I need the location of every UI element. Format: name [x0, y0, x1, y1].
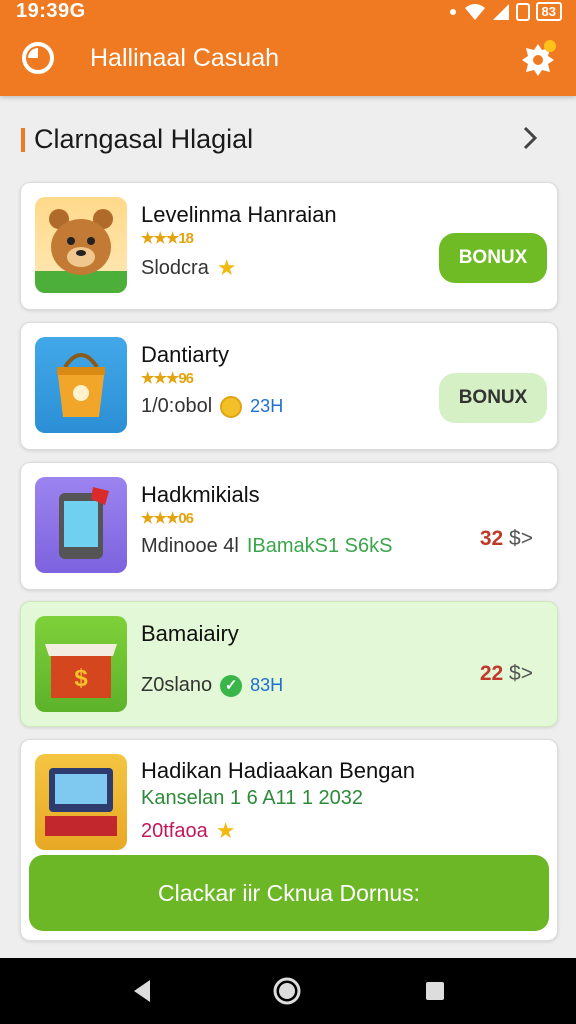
- game-title: Hadkmikials: [141, 482, 260, 507]
- game-thumbnail-bucket: [35, 337, 127, 433]
- game-title: Dantiarty: [141, 342, 230, 367]
- system-nav-bar: [0, 958, 576, 1024]
- game-meta-text: Slodcra: [141, 256, 209, 279]
- phone-icon: [59, 487, 109, 559]
- game-card-1[interactable]: Levelinma Hanraian ★★★18 Slodcra ★ BONUX: [20, 182, 558, 310]
- game-card-4[interactable]: $ Bamaiairy Z0slano ✓ 83H 22 $>: [20, 601, 558, 727]
- signal-icon: [492, 3, 509, 20]
- status-bar: 19:39G 83: [0, 0, 576, 26]
- game-meta-text: Z0slano: [141, 674, 213, 696]
- recents-icon[interactable]: [420, 976, 450, 1006]
- game-meta-text: 1/0:obol: [141, 395, 213, 417]
- bear-icon: [35, 209, 127, 293]
- game-card-5: Hadikan Hadiaakan Bengan Kanselan 1 6 A1…: [20, 739, 558, 941]
- game-meta-text: 20tfaoa: [141, 819, 208, 842]
- app-bar: 19:39G 83 Hallinaal Casuah: [0, 0, 576, 96]
- price-suffix: $>: [509, 662, 533, 685]
- game-rating: ★★★96: [141, 370, 194, 387]
- check-icon: ✓: [220, 674, 243, 697]
- status-icons: 83: [448, 2, 562, 21]
- price-suffix: $>: [509, 527, 533, 550]
- price-link[interactable]: 32 $>: [480, 527, 533, 551]
- wifi-icon: [464, 3, 485, 20]
- battery-indicator: 83: [535, 2, 562, 21]
- game-title: Hadikan Hadiaakan Bengan: [141, 758, 415, 783]
- home-icon[interactable]: [272, 976, 302, 1006]
- price-link[interactable]: 22 $>: [480, 662, 533, 686]
- claim-bonus-button[interactable]: Clackar iir Cknua Dornus:: [29, 855, 549, 931]
- bonus-button[interactable]: BONUX: [439, 233, 547, 283]
- sim-icon: [515, 2, 530, 21]
- bonus-button[interactable]: BONUX: [439, 373, 547, 423]
- section-title: Clarngasal Hlagial: [34, 124, 254, 154]
- app-title: Hallinaal Casuah: [90, 44, 280, 72]
- game-meta: 1/0:obol 23H: [141, 395, 283, 418]
- price-value: 22: [479, 662, 504, 685]
- svg-text:$: $: [74, 665, 88, 692]
- game-meta-extra: 23H: [250, 396, 284, 416]
- game-meta-extra: 83H: [250, 675, 284, 695]
- bucket-icon: [57, 353, 105, 417]
- section-accent-bar: [21, 128, 25, 152]
- game-card-2[interactable]: Dantiarty ★★★96 1/0:obol 23H BONUX: [20, 322, 558, 450]
- star-icon: ★: [215, 818, 236, 843]
- game-card-3[interactable]: Hadkmikials ★★★06 Mdinooe 4l IBamakS1 S6…: [20, 462, 558, 590]
- chevron-right-icon[interactable]: [518, 124, 542, 152]
- price-value: 32: [479, 527, 504, 550]
- timer-icon[interactable]: [20, 40, 56, 76]
- game-meta-text: Mdinooe 4l: [141, 535, 239, 557]
- game-meta: 20tfaoa ★: [141, 818, 235, 844]
- game-title: Levelinma Hanraian: [141, 202, 337, 227]
- game-thumbnail-register: [35, 754, 127, 850]
- game-meta: Mdinooe 4l IBamakS1 S6kS: [141, 535, 392, 558]
- notification-dot-icon: [449, 8, 456, 15]
- game-rating: ★★★18: [141, 230, 194, 247]
- game-subtitle: Kanselan 1 6 A11 1 2032: [141, 787, 364, 809]
- back-icon[interactable]: [128, 976, 158, 1006]
- settings-badge-icon[interactable]: [518, 38, 558, 78]
- cash-register-icon: [45, 768, 117, 836]
- game-thumbnail-giftbox: $: [35, 616, 127, 712]
- game-meta-extra: IBamakS1 S6kS: [246, 535, 393, 557]
- game-meta: Slodcra ★: [141, 255, 237, 281]
- gift-box-icon: $: [45, 644, 117, 698]
- game-rating: ★★★06: [141, 510, 194, 527]
- game-meta: Z0slano ✓ 83H: [141, 674, 283, 697]
- game-thumbnail-phone: [35, 477, 127, 573]
- game-thumbnail-bear: [35, 197, 127, 293]
- game-title: Bamaiairy: [141, 621, 239, 646]
- coin-icon: [220, 395, 243, 418]
- star-icon: ★: [216, 255, 237, 280]
- status-time: 19:39G: [16, 0, 86, 22]
